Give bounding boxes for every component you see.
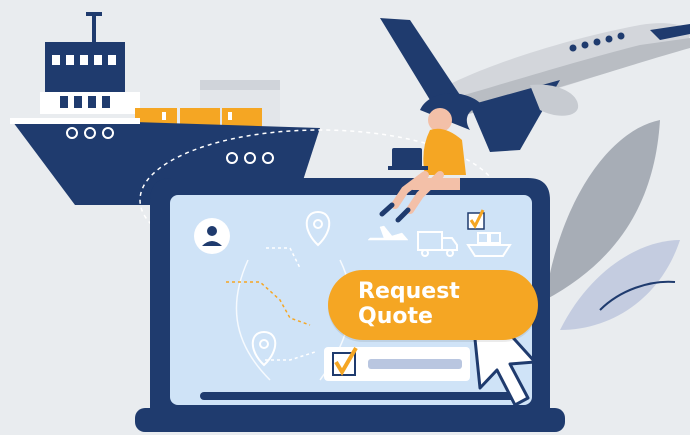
form-row [324,346,470,381]
logistics-illustration: Request Quote [0,0,690,435]
request-quote-line2: Quote [358,304,433,329]
request-quote-line1: Request [358,279,460,304]
request-quote-label: Request Quote [358,279,508,329]
decorative-leaves [545,120,680,330]
checkbox-checked-icon [467,209,485,230]
cargo-ship-icon [10,12,320,205]
illustration-art [10,12,690,432]
